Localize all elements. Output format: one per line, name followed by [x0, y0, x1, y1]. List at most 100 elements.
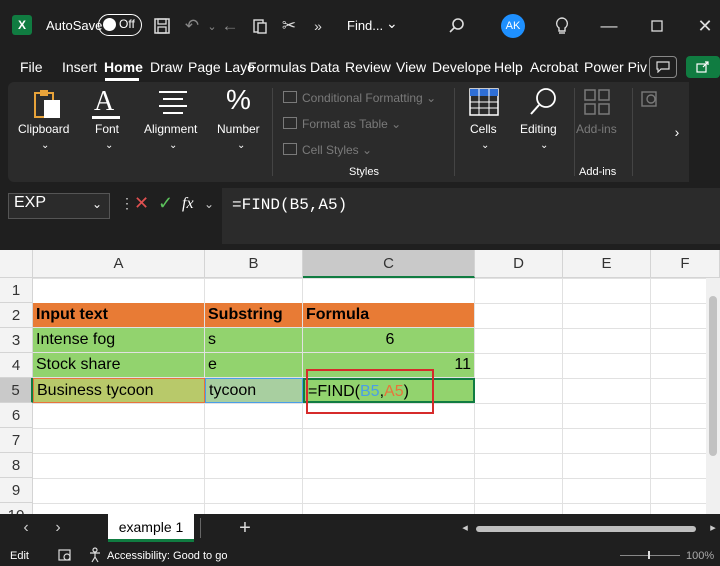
macro-icon[interactable] — [58, 548, 72, 565]
horizontal-scrollbar[interactable] — [476, 524, 710, 534]
tab-acrobat[interactable]: Acrobat — [530, 59, 578, 75]
editing-group[interactable]: Editing ⌄ — [514, 82, 572, 182]
row-header-1[interactable]: 1 — [0, 278, 33, 303]
tab-help[interactable]: Help — [494, 59, 523, 75]
ribbon-more-icon[interactable]: › — [665, 82, 689, 182]
clipboard-group[interactable]: Clipboard ⌄ — [8, 82, 84, 182]
cell-a2[interactable]: Input text — [33, 303, 205, 328]
tab-page-layout[interactable]: Page Layo — [188, 59, 255, 75]
zoom-slider[interactable] — [620, 555, 680, 556]
clipboard-copy-icon[interactable] — [248, 14, 272, 38]
alignment-group[interactable]: Alignment ⌄ — [136, 82, 212, 182]
tab-view[interactable]: View — [396, 59, 426, 75]
cell-styles-button[interactable]: Cell Styles ⌄ — [283, 143, 372, 157]
tab-power-pivot[interactable]: Power Piv — [584, 59, 647, 75]
format-as-table-button[interactable]: Format as Table ⌄ — [283, 117, 401, 131]
row-header-8[interactable]: 8 — [0, 453, 33, 478]
column-header-e[interactable]: E — [563, 250, 651, 278]
tab-developer[interactable]: Develope — [432, 59, 491, 75]
lightbulb-icon[interactable] — [550, 14, 574, 38]
formula-input[interactable]: =FIND(B5,A5) — [222, 188, 720, 244]
row-header-3[interactable]: 3 — [0, 328, 33, 353]
column-header-f[interactable]: F — [651, 250, 720, 278]
minimize-icon[interactable]: — — [597, 14, 621, 38]
tab-review[interactable]: Review — [345, 59, 391, 75]
ribbon-divider — [574, 88, 575, 176]
accessibility-icon[interactable] — [88, 547, 104, 566]
scrollbar-thumb[interactable] — [476, 526, 696, 532]
scissors-icon[interactable]: ✂ — [277, 14, 301, 38]
chevron-down-icon[interactable]: ⌄ — [204, 197, 214, 211]
row-header-6[interactable]: 6 — [0, 403, 33, 428]
save-icon[interactable] — [150, 14, 174, 38]
more-dots-icon: ⋮ — [120, 195, 134, 211]
conditional-formatting-label: Conditional Formatting — [302, 91, 423, 105]
row-header-7[interactable]: 7 — [0, 428, 33, 453]
chevron-down-icon[interactable]: ⌄ — [386, 15, 398, 32]
tab-data[interactable]: Data — [310, 59, 340, 75]
next-sheet-icon[interactable]: › — [48, 518, 68, 538]
scroll-right-icon[interactable]: ▸ — [707, 520, 719, 534]
autosave-toggle[interactable]: Off — [98, 14, 142, 36]
cell-a5[interactable]: Business tycoon — [33, 378, 205, 403]
zoom-level[interactable]: 100% — [686, 550, 714, 562]
cell-a3[interactable]: Intense fog — [33, 328, 205, 353]
row-header-5[interactable]: 5 — [0, 378, 33, 403]
prev-sheet-icon[interactable]: ‹ — [16, 518, 36, 538]
close-icon[interactable]: ✕ — [693, 14, 717, 38]
column-header-b[interactable]: B — [205, 250, 303, 278]
tab-draw[interactable]: Draw — [150, 59, 183, 75]
search-icon[interactable] — [445, 14, 469, 38]
tab-file[interactable]: File — [20, 59, 43, 75]
accessibility-status[interactable]: Accessibility: Good to go — [107, 550, 227, 562]
addins-group[interactable]: Add-ins Add-ins — [576, 82, 620, 182]
document-title[interactable]: Find... — [347, 18, 383, 33]
tab-formulas[interactable]: Formulas — [248, 59, 306, 75]
column-header-c[interactable]: C — [303, 250, 475, 278]
cancel-icon[interactable]: ✕ — [134, 193, 149, 214]
avatar[interactable]: AK — [501, 14, 525, 38]
row-header-4[interactable]: 4 — [0, 353, 33, 378]
row-header-9[interactable]: 9 — [0, 478, 33, 503]
vertical-scrollbar[interactable] — [706, 278, 720, 514]
conditional-formatting-button[interactable]: Conditional Formatting ⌄ — [283, 91, 436, 105]
sheet-tab-example-1[interactable]: example 1 — [108, 514, 194, 542]
enter-icon[interactable]: ✓ — [158, 193, 173, 214]
scrollbar-thumb[interactable] — [709, 296, 717, 456]
tab-home[interactable]: Home — [104, 59, 143, 75]
number-group[interactable]: % Number ⌄ — [212, 82, 270, 182]
row-header-2[interactable]: 2 — [0, 303, 33, 328]
back-icon[interactable]: ← — [218, 14, 242, 38]
conditional-formatting-icon — [283, 91, 297, 103]
column-header-d[interactable]: D — [475, 250, 563, 278]
cell-a4[interactable]: Stock share — [33, 353, 205, 378]
font-underline — [92, 116, 120, 119]
tab-insert[interactable]: Insert — [62, 59, 97, 75]
insert-function-icon[interactable]: fx — [182, 195, 194, 213]
format-as-table-icon — [283, 117, 297, 129]
cells-group[interactable]: Cells ⌄ — [460, 82, 510, 182]
comments-icon[interactable] — [649, 56, 677, 78]
maximize-icon[interactable] — [645, 14, 669, 38]
cell-b4[interactable]: e — [205, 353, 303, 378]
cell-b5[interactable]: tycoon — [205, 378, 303, 403]
addins-icon — [583, 88, 611, 121]
row-header-10[interactable]: 10 — [0, 503, 33, 514]
cell-b3[interactable]: s — [205, 328, 303, 353]
scroll-left-icon[interactable]: ◂ — [458, 520, 472, 534]
share-icon[interactable] — [686, 56, 720, 78]
more-icon[interactable]: » — [306, 14, 330, 38]
ribbon-divider — [454, 88, 455, 176]
acrobat-icon[interactable] — [640, 90, 660, 115]
column-header-a[interactable]: A — [33, 250, 205, 278]
cell-c2[interactable]: Formula — [303, 303, 475, 328]
cell-c3[interactable]: 6 — [303, 328, 475, 353]
cell-b2[interactable]: Substring — [205, 303, 303, 328]
font-group[interactable]: A Font ⌄ — [84, 82, 132, 182]
select-all-corner[interactable] — [0, 250, 33, 278]
toggle-knob — [103, 18, 116, 31]
add-sheet-icon[interactable]: + — [233, 516, 257, 540]
chevron-down-icon[interactable]: ⌄ — [92, 197, 102, 211]
zoom-slider-thumb[interactable] — [648, 551, 650, 559]
highlight-box — [306, 369, 434, 414]
